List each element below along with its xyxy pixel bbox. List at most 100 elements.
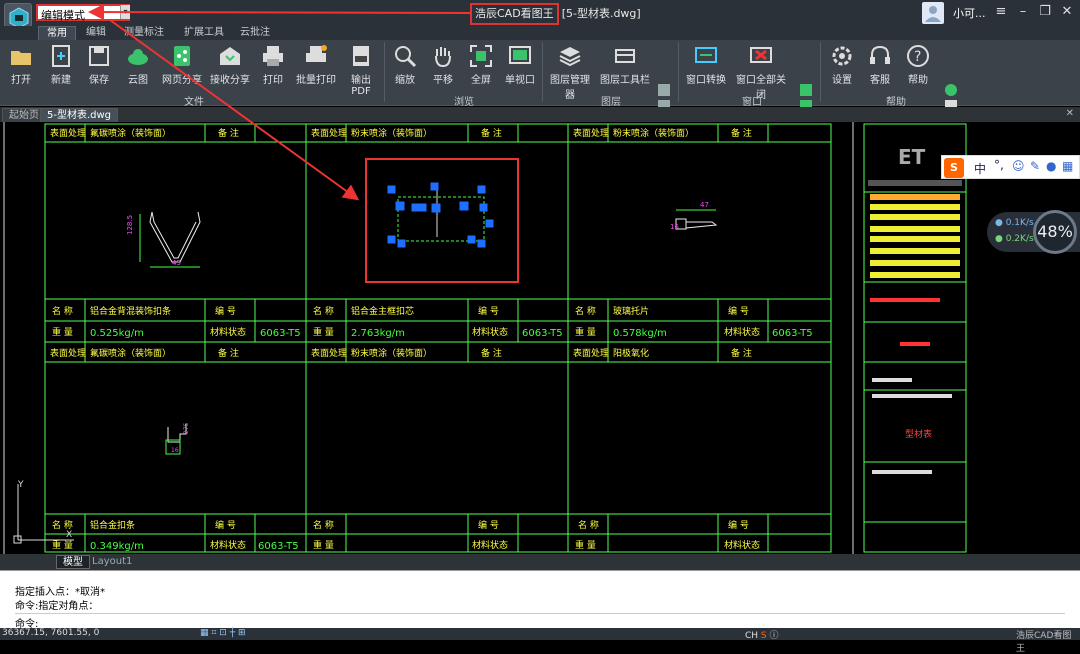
mode-value: 编辑模式 bbox=[41, 9, 85, 22]
ucs-x-label: X bbox=[66, 530, 72, 540]
ime-status-icons[interactable]: CH S ⓘ bbox=[745, 628, 779, 641]
cell-code-2: 编 号 bbox=[478, 305, 499, 317]
web-share-button[interactable]: 网页分享 bbox=[160, 42, 204, 86]
close-icon[interactable]: ✕ bbox=[1056, 2, 1078, 22]
ime-lang[interactable]: 中 bbox=[974, 160, 986, 177]
tab-measure[interactable]: 测量标注 bbox=[116, 26, 172, 40]
print-button[interactable]: 打印 bbox=[258, 42, 288, 86]
cell-code-4: 编 号 bbox=[215, 519, 236, 531]
restore-icon[interactable]: ❐ bbox=[1034, 2, 1056, 22]
open-label: 打开 bbox=[11, 75, 31, 86]
single-view-label: 单视口 bbox=[505, 75, 535, 86]
save-button[interactable]: 保存 bbox=[84, 42, 114, 86]
fullscreen-label: 全屏 bbox=[471, 75, 491, 86]
ribbon: 打开 新建 保存 云图 网页分享 接收分享 打印 批量打印 输出PDF 文件 缩… bbox=[0, 40, 1080, 128]
cell-surface-value-5: 粉末喷涂（装饰面） bbox=[351, 347, 432, 359]
mic-icon[interactable]: ● bbox=[1046, 159, 1056, 173]
chevron-down-icon[interactable]: ▾ bbox=[120, 5, 130, 19]
profile-v-shape bbox=[139, 211, 201, 268]
layer-tools-button[interactable]: 图层工具栏 bbox=[600, 42, 650, 86]
cell-name-label-5: 名 称 bbox=[313, 519, 334, 531]
document-tab-bar: 起始页 5-型材表.dwg ✕ bbox=[0, 107, 1080, 122]
pan-button[interactable]: 平移 bbox=[428, 42, 458, 86]
layer-toolbar-icon bbox=[615, 49, 635, 63]
tab-document[interactable]: 5-型材表.dwg bbox=[40, 108, 119, 122]
single-view-button[interactable]: 单视口 bbox=[502, 42, 538, 86]
cell-material-5: 材料状态 bbox=[472, 539, 508, 551]
receive-share-button[interactable]: 接收分享 bbox=[208, 42, 252, 86]
zoom-button[interactable]: 缩放 bbox=[390, 42, 420, 86]
tab-common[interactable]: 常用 bbox=[38, 26, 76, 40]
help-label: 帮助 bbox=[908, 75, 928, 86]
zoom-label: 缩放 bbox=[395, 75, 415, 86]
sogou-logo-icon[interactable]: S bbox=[944, 158, 964, 178]
drawing-svg[interactable]: 表面处理 氟碳喷涂（装饰面） 备 注 表面处理 粉末喷涂（装饰面） 备 注 表面… bbox=[0, 122, 1080, 554]
ime-toolbar[interactable]: S 中 °, ☺ ✎ ● ▦ bbox=[941, 155, 1080, 179]
memory-percent[interactable]: 48% bbox=[1033, 210, 1077, 254]
cell-remark-5: 备 注 bbox=[481, 347, 502, 359]
cell-remark-6: 备 注 bbox=[731, 347, 752, 359]
emoji-icon[interactable]: ☺ bbox=[1012, 159, 1025, 173]
minimize-icon[interactable]: – bbox=[1012, 2, 1034, 22]
menu-icon[interactable]: ≡ bbox=[990, 2, 1012, 22]
layer-manager-button[interactable]: 图层管理器 bbox=[546, 42, 594, 101]
window-switch-label: 窗口转换 bbox=[686, 75, 726, 86]
grid-icon[interactable]: ▦ bbox=[1062, 159, 1073, 173]
mode-select[interactable]: 编辑模式 bbox=[36, 4, 130, 22]
tab-layout1[interactable]: Layout1 bbox=[86, 555, 138, 569]
cell-weight-label-2: 重 量 bbox=[313, 326, 334, 338]
cell-material-3: 材料状态 bbox=[724, 326, 760, 338]
cell-name-label-1: 名 称 bbox=[52, 305, 73, 317]
export-pdf-button[interactable]: 输出PDF bbox=[342, 42, 380, 97]
settings-button[interactable]: 设置 bbox=[826, 42, 858, 86]
cell-surface-label-3: 表面处理 bbox=[573, 127, 609, 139]
close-all-windows-button[interactable]: 窗口全部关闭 bbox=[732, 42, 790, 101]
cell-code-1: 编 号 bbox=[215, 305, 236, 317]
username[interactable]: 小可... bbox=[953, 5, 986, 21]
folder-open-icon bbox=[11, 51, 31, 65]
status-bar: 36367.15, 7601.55, 0 ▦ ⌗ ⊡ ┼ ⊞ CH S ⓘ 浩辰… bbox=[0, 628, 1080, 654]
pen-icon[interactable]: ✎ bbox=[1030, 159, 1040, 173]
ucs-y-label: Y bbox=[17, 480, 24, 490]
avatar[interactable] bbox=[922, 2, 944, 24]
tab-model[interactable]: 模型 bbox=[56, 555, 90, 569]
gear-icon bbox=[832, 46, 852, 66]
cell-surface-value-2: 粉末喷涂（装饰面） bbox=[351, 127, 432, 139]
cell-weight-label-3: 重 量 bbox=[575, 326, 596, 338]
service-label: 客服 bbox=[870, 75, 890, 86]
window-title: 浩辰CAD看图王 [5-型材表.dwg] bbox=[470, 3, 641, 25]
tab-cloud-annotate[interactable]: 云批注 bbox=[232, 26, 278, 40]
hand-icon bbox=[435, 47, 451, 68]
cloud-button[interactable]: 云图 bbox=[122, 42, 154, 86]
cell-remark-3: 备 注 bbox=[731, 127, 752, 139]
open-button[interactable]: 打开 bbox=[6, 42, 36, 86]
tab-edit[interactable]: 编辑 bbox=[78, 26, 114, 40]
punct-icon[interactable]: °, bbox=[994, 158, 1004, 172]
cell-name-value-3: 玻璃托片 bbox=[613, 305, 649, 317]
tab-close-icon[interactable]: ✕ bbox=[1066, 108, 1074, 119]
command-panel[interactable]: 指定插入点：*取消* 命令:指定对角点： 命令: bbox=[0, 570, 1080, 630]
batch-print-button[interactable]: 批量打印 bbox=[296, 42, 336, 86]
title-block-logo: ET bbox=[898, 145, 926, 169]
drawing-canvas[interactable]: 表面处理 氟碳喷涂（装饰面） 备 注 表面处理 粉末喷涂（装饰面） 备 注 表面… bbox=[0, 122, 1080, 554]
service-button[interactable]: 客服 bbox=[864, 42, 896, 86]
group-file-label: 文件 bbox=[184, 97, 204, 108]
cell-material-1: 材料状态 bbox=[210, 326, 246, 338]
fullscreen-button[interactable]: 全屏 bbox=[466, 42, 496, 86]
cell-weight-value-3: 0.578kg/m bbox=[613, 328, 667, 339]
cell-code-3: 编 号 bbox=[728, 305, 749, 317]
help-button[interactable]: ? 帮助 bbox=[902, 42, 934, 86]
pdf-icon bbox=[353, 46, 369, 66]
dim-d2: 128.5 bbox=[126, 215, 134, 235]
new-button[interactable]: 新建 bbox=[46, 42, 76, 86]
window-switch-button[interactable]: 窗口转换 bbox=[686, 42, 726, 86]
cell-name-label-6: 名 称 bbox=[578, 519, 599, 531]
selected-profile bbox=[365, 158, 519, 283]
cell-weight-label-5: 重 量 bbox=[313, 539, 334, 551]
snap-icons[interactable]: ▦ ⌗ ⊡ ┼ ⊞ bbox=[200, 628, 246, 638]
upload-value: 0.1 bbox=[1005, 218, 1021, 228]
cell-alloy-1: 6063-T5 bbox=[260, 328, 301, 339]
app-name: 浩辰CAD看图王 bbox=[470, 3, 559, 25]
cell-material-6: 材料状态 bbox=[724, 539, 760, 551]
tab-ext-tools[interactable]: 扩展工具 bbox=[176, 26, 232, 40]
